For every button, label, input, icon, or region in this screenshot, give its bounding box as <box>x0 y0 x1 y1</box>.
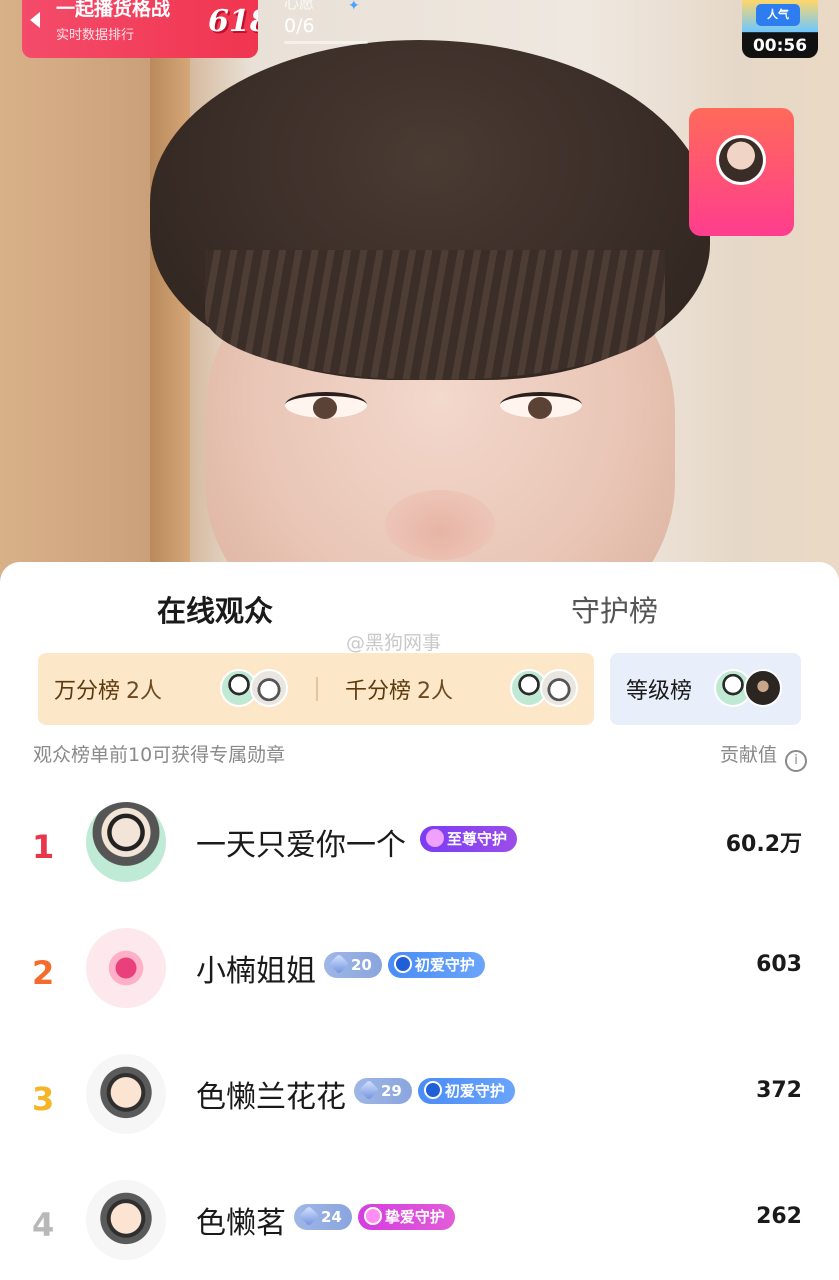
avatar[interactable] <box>86 802 166 882</box>
guard-badge: 初爱守护 <box>417 1078 515 1104</box>
gem-icon <box>363 1207 382 1225</box>
qian-ranking-count: 2人 <box>417 679 454 704</box>
diamond-icon <box>298 1205 320 1227</box>
wan-ranking-label: 万分榜 <box>54 679 121 704</box>
avatar[interactable] <box>86 1054 166 1134</box>
badges: 至尊守护 <box>420 826 518 852</box>
diamond-icon <box>328 953 350 975</box>
list-item[interactable]: 1 一天只爱你一个 至尊守护 60.2万 <box>0 802 839 898</box>
level-ranking-label: 等级榜 <box>626 679 693 704</box>
popularity-timer-card[interactable]: 人气 00:56 <box>742 0 818 58</box>
wish-count: 0/6 <box>284 15 315 37</box>
qian-ranking-label: 千分榜 <box>345 679 412 704</box>
divider <box>316 677 318 701</box>
contribution-header[interactable]: 贡献值 i <box>720 740 807 772</box>
guest-avatar <box>716 135 766 185</box>
live-video: 一起播货格战 实时数据排行 618 心愿 0/6 ✦ 人气 00:56 <box>0 0 839 600</box>
guard-badge: 至尊守护 <box>420 826 518 852</box>
badges: 29 初爱守护 <box>354 1078 515 1104</box>
streamer-nose <box>385 490 495 560</box>
event-title: 一起播货格战 <box>56 0 171 20</box>
avatar[interactable] <box>86 1180 166 1260</box>
contribution-score: 262 <box>756 1204 802 1229</box>
watermark: @黑狗网事 <box>346 632 442 654</box>
user-name: 小楠姐姐 <box>196 954 316 989</box>
guard-badge: 挚爱守护 <box>357 1204 455 1230</box>
streamer-eye-right <box>500 392 582 419</box>
rank-number: 2 <box>32 954 55 992</box>
level-badge: 20 <box>324 952 382 978</box>
level-badge: 29 <box>354 1078 412 1104</box>
popularity-tag: 人气 <box>756 4 800 26</box>
wish-progress-bar <box>284 41 368 44</box>
badges: 24 挚爱守护 <box>294 1204 455 1230</box>
list-item[interactable]: 3 色懒兰花花 29 初爱守护 372 <box>0 1054 839 1150</box>
level-ranking-box[interactable]: 等级榜 <box>610 653 801 725</box>
wan-ranking-button[interactable]: 万分榜 2人 <box>54 673 162 705</box>
level-badge: 24 <box>294 1204 352 1230</box>
wan-ranking-count: 2人 <box>126 679 163 704</box>
event-banner[interactable]: 一起播货格战 实时数据排行 618 <box>22 0 258 58</box>
streamer-eye-left <box>285 392 367 419</box>
shield-icon <box>423 1081 442 1099</box>
score-ranking-box: 万分榜 2人 千分榜 2人 <box>38 653 594 725</box>
rank-number: 1 <box>32 828 55 866</box>
tab-online-audience[interactable]: 在线观众 <box>157 588 273 630</box>
rank-number: 4 <box>32 1206 55 1244</box>
ranking-hint: 观众榜单前10可获得专属勋章 <box>33 744 286 766</box>
avatar[interactable] <box>86 928 166 1008</box>
diamond-icon <box>358 1079 380 1101</box>
avatar <box>250 669 288 707</box>
qian-ranking-button[interactable]: 千分榜 2人 <box>345 673 453 705</box>
tab-guard-ranking[interactable]: 守护榜 <box>571 588 658 630</box>
badges: 20 初爱守护 <box>324 952 485 978</box>
info-icon[interactable]: i <box>785 750 807 772</box>
contribution-score: 60.2万 <box>725 832 802 857</box>
pk-guest-card[interactable] <box>689 108 794 236</box>
user-name: 一天只爱你一个 <box>196 828 406 863</box>
user-name: 色懒兰花花 <box>196 1080 346 1115</box>
guard-gem-icon <box>426 829 444 847</box>
sparkle-icon: ✦ <box>348 0 360 14</box>
event-subtitle: 实时数据排行 <box>56 28 135 43</box>
avatar <box>540 669 578 707</box>
shield-icon <box>393 955 412 973</box>
user-name: 色懒茗 <box>196 1206 286 1241</box>
streamer-fringe <box>205 250 665 380</box>
list-item[interactable]: 2 小楠姐姐 20 初爱守护 603 <box>0 928 839 1024</box>
contribution-label: 贡献值 <box>719 744 777 766</box>
back-arrow-icon[interactable] <box>30 12 40 28</box>
guard-badge: 初爱守护 <box>387 952 485 978</box>
list-item[interactable]: 4 色懒茗 24 挚爱守护 262 <box>0 1180 839 1276</box>
audience-sheet: 在线观众 守护榜 @黑狗网事 万分榜 2人 千分榜 2人 等级榜 观众榜单前10可获… <box>0 562 839 1280</box>
rank-number: 3 <box>32 1080 55 1118</box>
avatar <box>744 669 782 707</box>
countdown-time: 00:56 <box>752 36 808 56</box>
promo-618-logo: 618 <box>208 4 258 39</box>
contribution-score: 372 <box>756 1078 802 1103</box>
contribution-score: 603 <box>756 952 802 977</box>
